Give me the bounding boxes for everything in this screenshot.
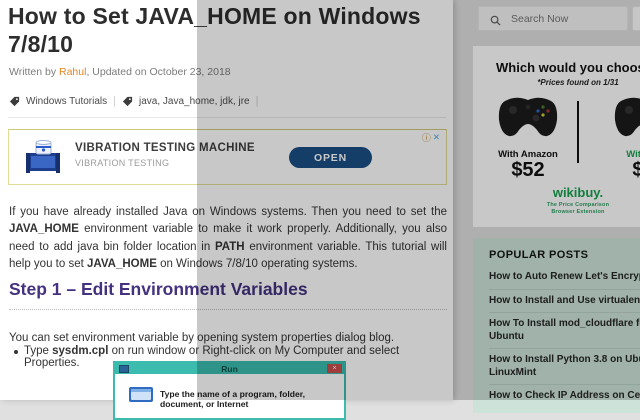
price-divider <box>577 101 579 163</box>
step1-heading: Step 1 – Edit Environment Variables <box>9 279 447 310</box>
search-icon <box>490 13 501 26</box>
tag-icon <box>122 96 133 107</box>
popular-post-link[interactable]: How to Install and Use virtualenv with P… <box>489 290 640 313</box>
ad-info-icon[interactable]: ⓘ <box>422 131 431 144</box>
search-widget <box>478 6 640 31</box>
wikibuy-logo: wikibuy. <box>552 185 604 200</box>
popular-posts-widget: POPULAR POSTS How to Auto Renew Let's En… <box>473 238 640 413</box>
sidebar: Which would you choose? *Prices found on… <box>453 0 640 413</box>
divider <box>8 117 446 118</box>
tag-icon <box>9 96 20 107</box>
wikibuy-price: $41 <box>632 159 640 181</box>
keywords-link[interactable]: java, Java_home, jdk, jre <box>139 96 250 107</box>
ad-close-icon[interactable]: ✕ <box>433 132 440 143</box>
author-link[interactable]: Rahul <box>59 66 86 78</box>
category-link[interactable]: Windows Tutorials <box>26 96 107 107</box>
amazon-price: $52 <box>511 159 545 181</box>
run-dialog-screenshot: Run × Type the name of a program, folder… <box>113 361 346 420</box>
post-meta: Written by Rahul, Updated on October 23,… <box>9 66 231 78</box>
popular-post-link[interactable]: How to Auto Renew Let's Encrypt Certific… <box>489 266 640 290</box>
wikibuy-tagline: Browser Extension <box>551 209 605 215</box>
tag-separator: | <box>255 95 259 107</box>
popular-post-link[interactable]: How To Install mod_cloudflare for ApachU… <box>489 313 640 349</box>
popular-posts-list: How to Auto Renew Let's Encrypt Certific… <box>489 266 640 408</box>
wikibuy-tagline: The Price Comparison <box>546 202 610 208</box>
written-by-label: Written by <box>9 66 59 78</box>
page-title: How to Set JAVA_HOME on Windows 7/8/10 <box>8 3 421 57</box>
popular-post-link[interactable]: How to Check IP Address on CentOS 8 <box>489 385 640 408</box>
tags-row: Windows Tutorials | java, Java_home, jdk… <box>9 95 258 107</box>
wikibuy-subnote: *Prices found on 1/31 <box>537 78 619 87</box>
ad-subtitle: VIBRATION TESTING <box>75 158 170 168</box>
controller-image-right <box>612 94 640 140</box>
ad-badges: ⓘ ✕ <box>422 131 440 144</box>
ad-open-button[interactable]: OPEN <box>289 147 372 168</box>
step1-paragraph: You can set environment variable by open… <box>9 331 395 344</box>
article-column: How to Set JAVA_HOME on Windows 7/8/10 W… <box>0 0 453 420</box>
run-dialog-body: Type the name of a program, folder, docu… <box>115 374 344 418</box>
run-dialog-title: Run <box>221 364 238 374</box>
ad-title: VIBRATION TESTING MACHINE <box>75 142 255 154</box>
vibration-machine-image <box>25 138 63 174</box>
wikibuy-ad-widget[interactable]: Which would you choose? *Prices found on… <box>473 46 640 227</box>
run-dialog-text: Type the name of a program, folder, docu… <box>160 389 306 409</box>
ad-banner[interactable]: VIBRATION TESTING MACHINE VIBRATION TEST… <box>8 129 447 185</box>
popular-posts-heading: POPULAR POSTS <box>489 249 589 261</box>
tag-separator: | <box>113 95 116 107</box>
updated-label: , Updated on October 23, 2018 <box>86 66 231 78</box>
wikibuy-headline: Which would you choose? <box>496 60 640 75</box>
run-dialog-titlebar: Run × <box>115 363 344 374</box>
controller-image-left <box>496 94 560 140</box>
intro-paragraph: If you have already installed Java on Wi… <box>9 205 447 271</box>
run-close-button: × <box>327 364 342 373</box>
popular-post-link[interactable]: How to Install Python 3.8 on Ubuntu, Deb… <box>489 349 640 385</box>
search-submit-button[interactable] <box>632 6 640 31</box>
